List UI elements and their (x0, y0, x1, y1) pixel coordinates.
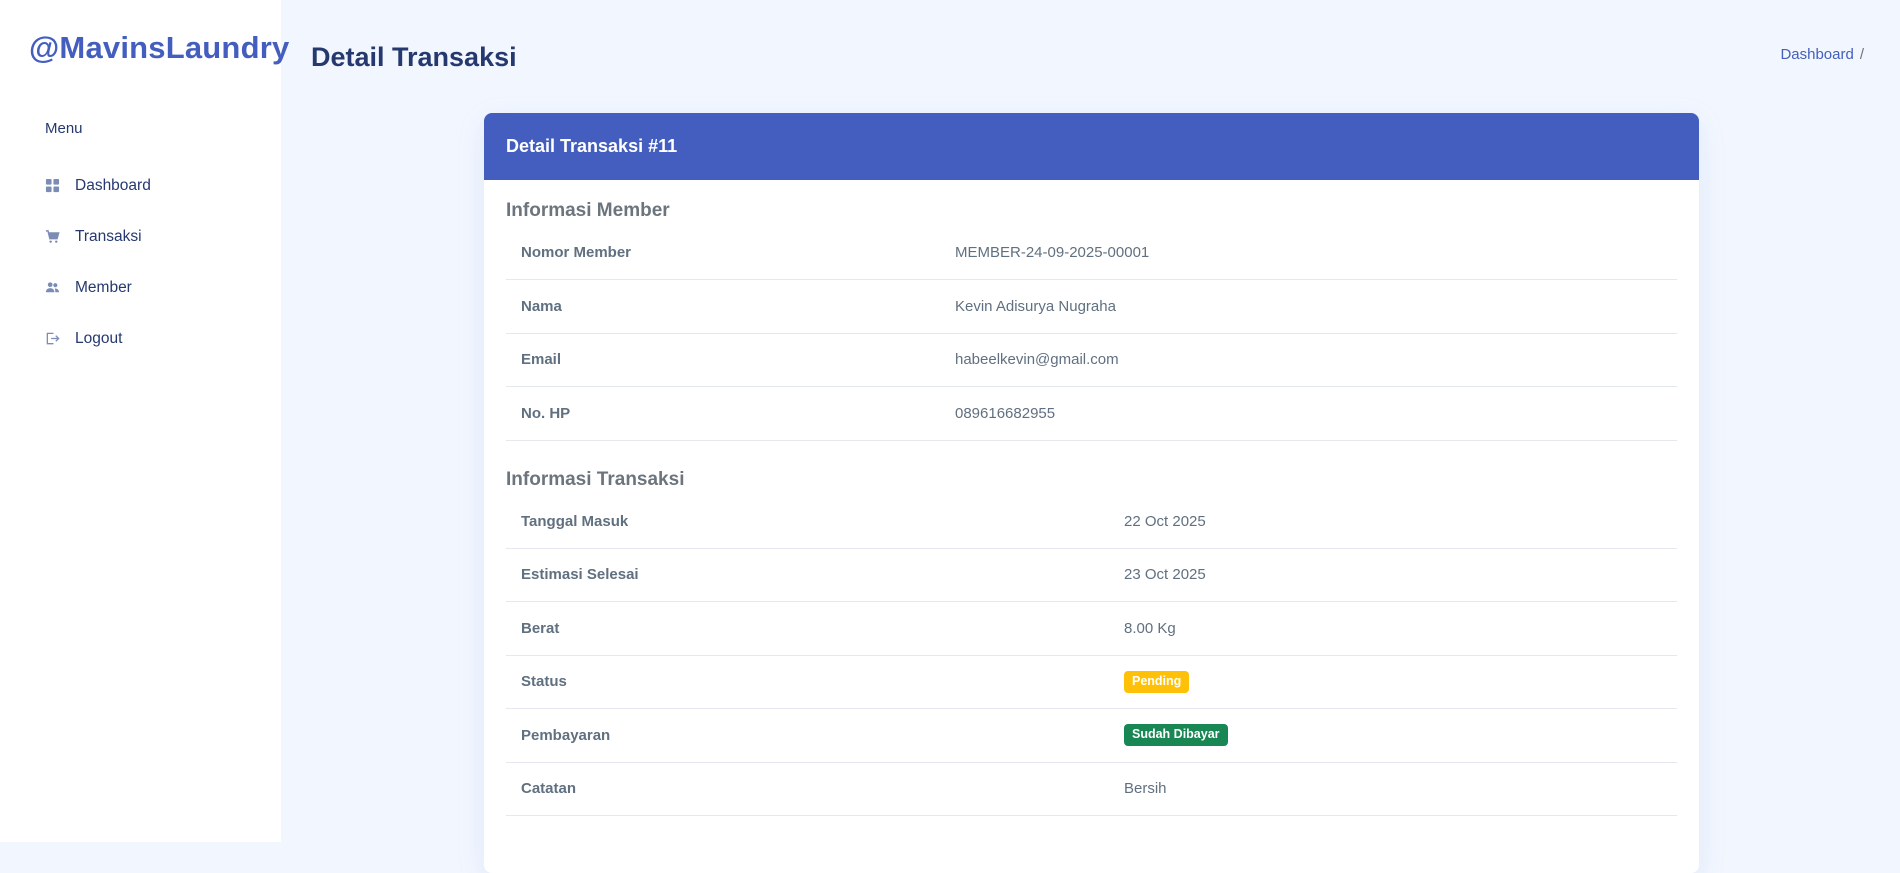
row-label: Nomor Member (506, 226, 940, 280)
table-row: Nama Kevin Adisurya Nugraha (506, 279, 1677, 334)
table-row: Pembayaran Sudah Dibayar (506, 708, 1677, 763)
breadcrumb-dashboard-link[interactable]: Dashboard (1780, 46, 1853, 63)
sidebar-item-transaksi[interactable]: Transaksi (45, 211, 265, 262)
table-row: Email habeelkevin@gmail.com (506, 333, 1677, 387)
row-label: No. HP (506, 386, 940, 441)
payment-badge: Sudah Dibayar (1124, 724, 1228, 747)
member-section-title: Informasi Member (506, 200, 670, 221)
breadcrumb-separator: / (1859, 46, 1864, 63)
transaction-detail-card: Detail Transaksi #11 Informasi Member No… (484, 113, 1699, 873)
row-label: Pembayaran (506, 708, 1109, 763)
people-icon (45, 280, 60, 295)
row-value: MEMBER-24-09-2025-00001 (940, 226, 1677, 280)
row-label: Email (506, 333, 940, 387)
row-value: 089616682955 (940, 386, 1677, 441)
grid-icon (45, 178, 60, 193)
table-row: Berat 8.00 Kg (506, 601, 1677, 656)
row-value: 8.00 Kg (1109, 601, 1677, 656)
card-body: Informasi Member Nomor Member MEMBER-24-… (484, 180, 1699, 816)
table-row: Estimasi Selesai 23 Oct 2025 (506, 548, 1677, 602)
transaksi-info-table: Tanggal Masuk 22 Oct 2025 Estimasi Seles… (506, 494, 1677, 817)
sidebar-item-label: Member (75, 278, 132, 296)
sidebar-item-label: Transaksi (75, 227, 142, 245)
sidebar-item-label: Dashboard (75, 176, 151, 194)
member-info-table: Nomor Member MEMBER-24-09-2025-00001 Nam… (506, 226, 1677, 441)
sidebar-item-member[interactable]: Member (45, 262, 265, 313)
row-value: Bersih (1109, 762, 1677, 816)
row-value: Pending (1109, 655, 1677, 709)
row-label: Tanggal Masuk (506, 494, 1109, 549)
sidebar-menu: Dashboard Transaksi Member Logout (45, 160, 265, 364)
row-value: habeelkevin@gmail.com (940, 333, 1677, 387)
cart-icon (45, 229, 60, 244)
menu-title: Menu (45, 120, 83, 137)
sidebar-item-dashboard[interactable]: Dashboard (45, 160, 265, 211)
table-row: Nomor Member MEMBER-24-09-2025-00001 (506, 226, 1677, 280)
row-value: 23 Oct 2025 (1109, 548, 1677, 602)
status-badge: Pending (1124, 670, 1190, 693)
row-value: Kevin Adisurya Nugraha (940, 279, 1677, 334)
table-row: Tanggal Masuk 22 Oct 2025 (506, 494, 1677, 549)
row-label: Nama (506, 279, 940, 334)
transaksi-section-title: Informasi Transaksi (506, 468, 685, 490)
logout-icon (45, 331, 60, 346)
table-row: No. HP 089616682955 (506, 386, 1677, 441)
row-label: Catatan (506, 762, 1109, 816)
row-value: 22 Oct 2025 (1109, 494, 1677, 549)
row-value: Sudah Dibayar (1109, 708, 1677, 763)
sidebar-item-logout[interactable]: Logout (45, 313, 265, 364)
table-row: Catatan Bersih (506, 762, 1677, 816)
sidebar-item-label: Logout (75, 329, 123, 347)
card-header: Detail Transaksi #11 (484, 113, 1699, 180)
row-label: Berat (506, 601, 1109, 656)
table-row: Status Pending (506, 655, 1677, 709)
row-label: Estimasi Selesai (506, 548, 1109, 602)
sidebar: @MavinsLaundry Menu Dashboard Transaksi … (0, 0, 289, 842)
row-label: Status (506, 655, 1109, 709)
brand-logo[interactable]: @MavinsLaundry (29, 30, 289, 66)
breadcrumb: Dashboard / (1780, 46, 1864, 63)
page-title: Detail Transaksi (311, 42, 517, 72)
